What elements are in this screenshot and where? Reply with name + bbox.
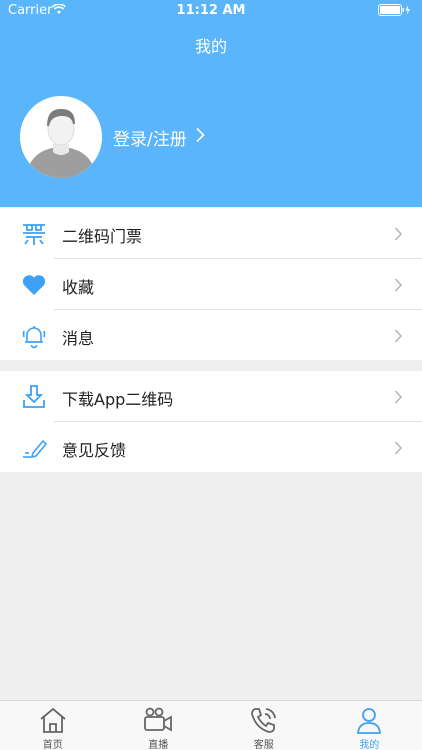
battery-icon bbox=[378, 4, 412, 20]
chevron-right-icon bbox=[394, 389, 403, 408]
home-icon bbox=[40, 707, 66, 733]
tab-label: 我的 bbox=[359, 740, 380, 750]
chevron-right-icon bbox=[394, 440, 403, 459]
menu-item-messages[interactable]: 消息 bbox=[0, 310, 422, 361]
status-bar: Carrier 11:12 AM bbox=[0, 0, 422, 22]
download-icon bbox=[21, 384, 47, 410]
profile-header: Carrier 11:12 AM 我的 登录/注册 bbox=[0, 0, 422, 207]
tab-live[interactable]: 直播 bbox=[106, 701, 212, 750]
menu-item-label: 消息 bbox=[62, 329, 95, 348]
avatar-person-icon bbox=[20, 96, 102, 178]
page-title: 我的 bbox=[194, 37, 227, 56]
chevron-right-icon bbox=[394, 277, 403, 296]
qr-ticket-icon bbox=[21, 221, 47, 247]
tab-bar: 首页 直播 客服 我的 bbox=[0, 700, 422, 750]
menu-item-favorites[interactable]: 收藏 bbox=[0, 259, 422, 310]
login-register-label: 登录/注册 bbox=[113, 130, 187, 150]
menu-item-label: 意见反馈 bbox=[62, 441, 127, 460]
chevron-right-icon bbox=[394, 328, 403, 347]
chevron-right-icon bbox=[195, 127, 205, 148]
status-time: 11:12 AM bbox=[176, 3, 246, 18]
video-camera-icon bbox=[144, 707, 173, 732]
tab-mine[interactable]: 我的 bbox=[317, 701, 422, 750]
menu-group-extra: 下载App二维码 意见反馈 bbox=[0, 371, 422, 472]
tab-home[interactable]: 首页 bbox=[0, 701, 106, 750]
tab-label: 直播 bbox=[148, 740, 169, 750]
menu-item-download-app[interactable]: 下载App二维码 bbox=[0, 371, 422, 422]
menu-item-label: 下载App二维码 bbox=[62, 390, 174, 409]
menu-group-main: 二维码门票 收藏 消息 bbox=[0, 208, 422, 360]
menu-item-qr-ticket[interactable]: 二维码门票 bbox=[0, 208, 422, 259]
pencil-icon bbox=[21, 435, 48, 461]
menu-item-label: 二维码门票 bbox=[62, 227, 143, 246]
heart-icon bbox=[21, 272, 47, 298]
tab-label: 客服 bbox=[253, 740, 274, 750]
login-register-link[interactable]: 登录/注册 bbox=[113, 125, 205, 150]
chevron-right-icon bbox=[394, 226, 403, 245]
menu-item-feedback[interactable]: 意见反馈 bbox=[0, 422, 422, 473]
tab-customer-service[interactable]: 客服 bbox=[211, 701, 317, 750]
avatar[interactable] bbox=[20, 96, 102, 178]
tab-label: 首页 bbox=[42, 740, 63, 750]
phone-icon bbox=[250, 708, 276, 733]
bell-icon bbox=[21, 323, 47, 349]
menu-item-label: 收藏 bbox=[62, 278, 95, 297]
user-icon bbox=[357, 708, 382, 734]
